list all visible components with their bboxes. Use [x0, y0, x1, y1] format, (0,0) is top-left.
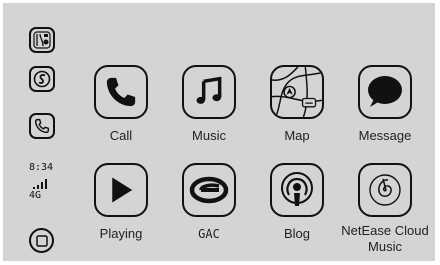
map-glyph	[272, 67, 322, 117]
map-icon	[270, 65, 324, 119]
music-note-glyph	[196, 76, 222, 104]
carplay-home-screen: 8:34 4G Call Music Map Message Playing G…	[3, 3, 435, 261]
phone-icon-glyph	[106, 77, 136, 107]
podcast-icon	[270, 163, 324, 217]
sidebar: 8:34 4G	[3, 3, 79, 261]
app-call[interactable]: Call	[81, 65, 161, 144]
app-map[interactable]: Map	[257, 65, 337, 144]
music-note-icon	[182, 65, 236, 119]
app-label-message: Message	[358, 128, 412, 143]
gac-logo-icon	[182, 163, 236, 217]
sidebar-phone-icon[interactable]	[29, 113, 55, 139]
app-label-netease-cloud-music: NetEase Cloud Music	[341, 223, 429, 254]
network-type: 4G	[29, 190, 42, 201]
app-gac[interactable]: GAC	[169, 163, 249, 242]
circle-s-icon[interactable]	[29, 66, 55, 92]
app-playing[interactable]: Playing	[81, 163, 161, 242]
podcast-glyph	[281, 172, 313, 206]
app-blog[interactable]: Blog	[257, 163, 337, 242]
app-netease-cloud-music[interactable]: NetEase Cloud Music	[339, 163, 431, 255]
app-label-playing: Playing	[99, 226, 143, 241]
app-label-blog: Blog	[283, 226, 311, 241]
home-button[interactable]	[29, 228, 54, 253]
play-glyph	[112, 177, 133, 203]
clock-time: 8:34	[29, 162, 54, 173]
speech-bubble-glyph	[368, 76, 402, 107]
square-home-icon	[35, 234, 48, 247]
app-grid-glyph	[33, 31, 51, 49]
app-label-music: Music	[192, 128, 226, 143]
netease-cloud-music-icon	[358, 163, 412, 217]
app-grid-icon[interactable]	[29, 27, 55, 53]
app-label-gac: GAC	[198, 227, 220, 241]
signal-bars-icon	[33, 177, 69, 189]
app-label-call: Call	[109, 128, 133, 143]
gac-logo-glyph	[189, 176, 229, 204]
app-message[interactable]: Message	[345, 65, 425, 144]
status-area: 8:34 4G	[29, 161, 69, 205]
netease-glyph	[369, 174, 401, 206]
app-label-map: Map	[284, 128, 310, 143]
app-music[interactable]: Music	[169, 65, 249, 144]
play-icon	[94, 163, 148, 217]
phone-icon	[94, 65, 148, 119]
circle-s-glyph	[33, 70, 51, 88]
phone-glyph	[34, 118, 50, 134]
speech-bubble-icon	[358, 65, 412, 119]
